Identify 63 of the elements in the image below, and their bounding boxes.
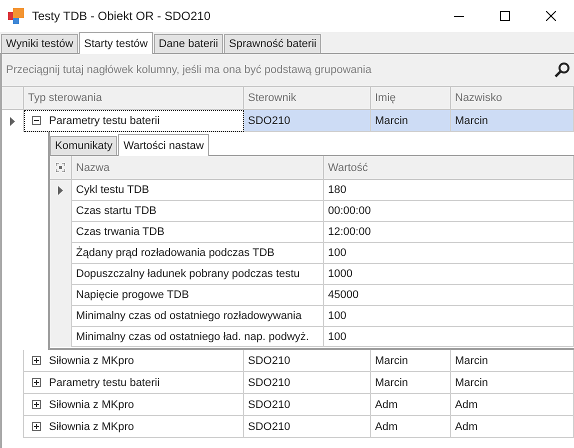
table-cell: 45000 xyxy=(324,285,574,306)
row-header[interactable] xyxy=(50,180,72,201)
table-cell: Parametry testu baterii xyxy=(49,114,160,126)
window-title: Testy TDB - Obiekt OR - SDO210 xyxy=(32,9,212,23)
table-cell: 100 xyxy=(324,306,574,327)
table-cell: SDO210 xyxy=(244,416,371,438)
table-cell: SDO210 xyxy=(244,110,371,132)
app-logo-icon xyxy=(8,8,24,24)
close-icon xyxy=(546,11,556,21)
table-cell: Adm xyxy=(451,394,574,416)
table-cell: Siłownia z MKpro xyxy=(49,420,134,432)
row-indicator-icon xyxy=(58,186,63,195)
table-cell: Siłownia z MKpro xyxy=(49,354,134,366)
row-indicator-icon xyxy=(10,116,15,126)
table-cell: Adm xyxy=(451,416,574,438)
table-cell: Adm xyxy=(371,394,451,416)
table-cell: Marcin xyxy=(451,110,574,132)
column-chooser-icon[interactable] xyxy=(56,163,65,172)
tab[interactable]: Komunikaty xyxy=(50,136,118,155)
collapse-icon[interactable] xyxy=(32,116,41,125)
table-cell: SDO210 xyxy=(244,394,371,416)
table-cell: Marcin xyxy=(451,372,574,394)
table-cell: 100 xyxy=(324,243,574,264)
table-cell: 12:00:00 xyxy=(324,222,574,243)
search-icon[interactable] xyxy=(554,62,570,78)
tab[interactable]: Sprawność baterii xyxy=(224,34,322,53)
tab[interactable]: Starty testów xyxy=(79,32,153,54)
tab[interactable]: Dane baterii xyxy=(154,34,224,53)
table-cell: Napięcie progowe TDB xyxy=(72,285,324,306)
table-cell: SDO210 xyxy=(244,372,371,394)
table-cell: Siłownia z MKpro xyxy=(49,398,134,410)
table-cell: Dopuszczalny ładunek pobrany podczas testu xyxy=(72,264,324,285)
table-cell: Marcin xyxy=(371,372,451,394)
maximize-icon xyxy=(500,11,510,21)
table-cell: Marcin xyxy=(371,110,451,132)
table-cell: Czas trwania TDB xyxy=(72,222,324,243)
table-cell: Adm xyxy=(371,416,451,438)
expand-icon[interactable] xyxy=(32,378,41,387)
table-cell: Żądany prąd rozładowania podczas TDB xyxy=(72,243,324,264)
table-cell: Minimalny czas od ostatniego ład. nap. podwyż. xyxy=(72,327,324,347)
column-header[interactable]: Typ sterowania xyxy=(24,87,244,110)
column-header[interactable]: Sterownik xyxy=(244,87,371,110)
table-cell: 180 xyxy=(324,180,574,201)
table-cell: Cykl testu TDB xyxy=(72,180,324,201)
column-header[interactable]: Imię xyxy=(371,87,451,110)
table-cell: 00:00:00 xyxy=(324,201,574,222)
column-header[interactable]: Wartość xyxy=(324,156,574,180)
tab[interactable]: Wyniki testów xyxy=(1,34,78,53)
table-cell: Marcin xyxy=(451,350,574,372)
expand-icon[interactable] xyxy=(32,400,41,409)
expand-icon[interactable] xyxy=(32,422,41,431)
expand-icon[interactable] xyxy=(32,356,41,365)
table-cell: Marcin xyxy=(371,350,451,372)
column-header[interactable]: Nazwisko xyxy=(451,87,574,110)
column-header[interactable]: Nazwa xyxy=(72,156,324,180)
tab[interactable]: Wartości nastaw xyxy=(118,134,209,156)
table-cell: SDO210 xyxy=(244,350,371,372)
table-cell: 100 xyxy=(324,327,574,347)
table-cell: Minimalny czas od ostatniego rozładowywania xyxy=(72,306,324,327)
table-cell: 1000 xyxy=(324,264,574,285)
table-cell: Czas startu TDB xyxy=(72,201,324,222)
group-panel-hint: Przeciągnij tutaj nagłówek kolumny, jeśli ma ona być podstawą grupowania xyxy=(6,64,372,76)
table-cell: Parametry testu baterii xyxy=(49,376,160,388)
